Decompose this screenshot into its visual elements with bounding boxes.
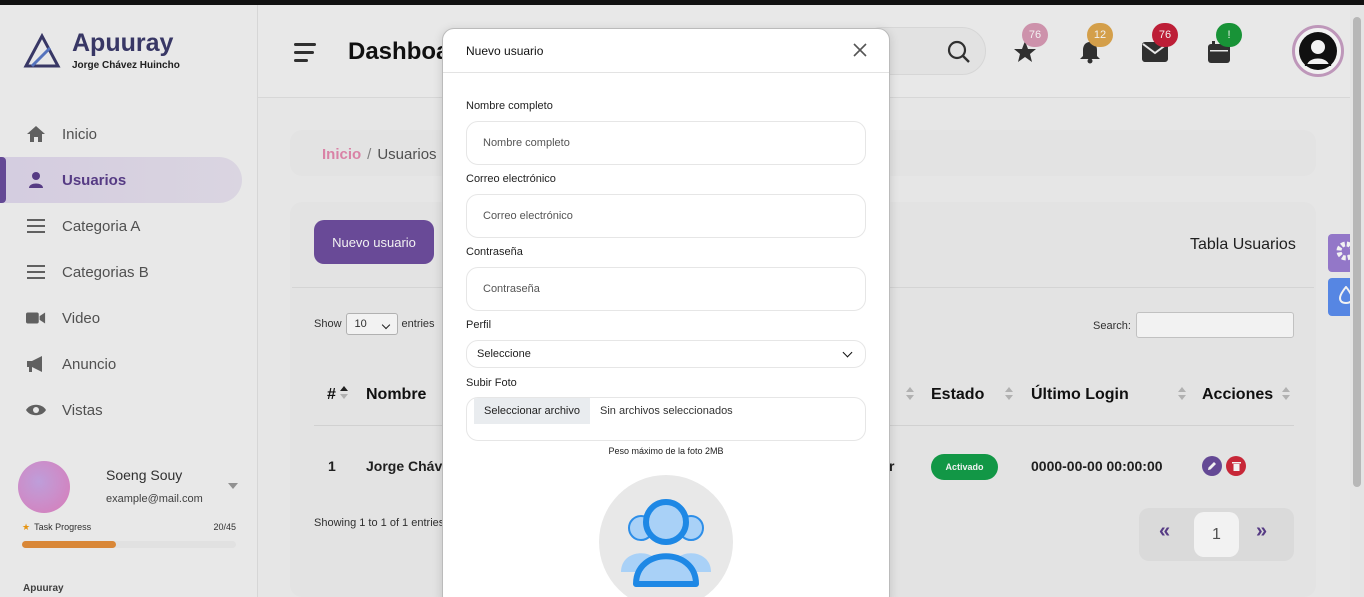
close-icon[interactable] [853,43,869,59]
photo-file-input[interactable]: Seleccionar archivo Sin archivos selecci… [466,397,866,441]
users-icon [621,499,711,587]
name-field[interactable]: Nombre completo [466,121,866,165]
file-select-button[interactable]: Seleccionar archivo [474,398,590,424]
modal-title: Nuevo usuario [466,44,544,58]
password-label: Contraseña [466,246,523,258]
name-label: Nombre completo [466,100,553,112]
password-field[interactable]: Contraseña [466,267,866,311]
profile-label: Perfil [466,319,492,331]
email-label: Correo electrónico [466,173,556,185]
photo-hint: Peso máximo de la foto 2MB [608,446,724,456]
modal-header: Nuevo usuario [443,29,889,73]
new-user-modal: Nuevo usuario Nombre completo Nombre com… [442,28,890,597]
photo-label: Subir Foto [466,377,517,389]
photo-preview [599,475,733,597]
file-status: Sin archivos seleccionados [600,405,733,417]
email-field[interactable]: Correo electrónico [466,194,866,238]
profile-select[interactable]: Seleccione [466,340,866,368]
chevron-down-icon [842,347,853,358]
profile-select-value: Seleccione [477,348,531,360]
